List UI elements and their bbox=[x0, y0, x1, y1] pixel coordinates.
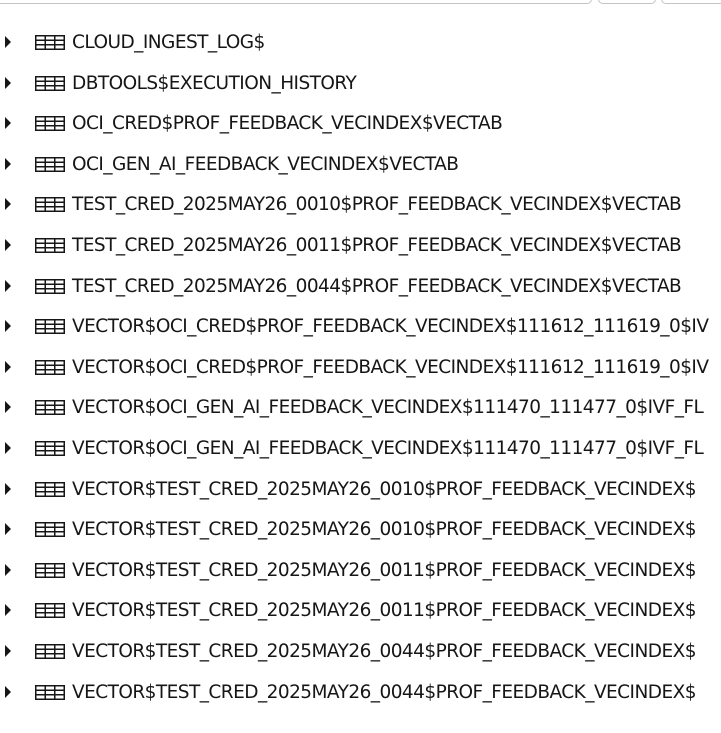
tree-item-label: VECTOR$TEST_CRED_2025MAY26_0044$PROF_FEE… bbox=[72, 681, 696, 703]
caret-right-icon[interactable] bbox=[5, 157, 11, 170]
table-icon bbox=[35, 643, 65, 659]
caret-right-icon[interactable] bbox=[5, 238, 11, 251]
tree-item[interactable]: CLOUD_INGEST_LOG$ bbox=[0, 22, 721, 63]
tree-item-label: TEST_CRED_2025MAY26_0044$PROF_FEEDBACK_V… bbox=[72, 275, 682, 297]
tree-item[interactable]: VECTOR$TEST_CRED_2025MAY26_0044$PROF_FEE… bbox=[0, 672, 721, 713]
tree-item[interactable]: VECTOR$OCI_CRED$PROF_FEEDBACK_VECINDEX$1… bbox=[0, 347, 721, 388]
search-input[interactable] bbox=[0, 0, 592, 4]
table-icon bbox=[35, 562, 65, 578]
caret-right-icon[interactable] bbox=[5, 360, 11, 373]
caret-right-icon[interactable] bbox=[5, 563, 11, 576]
table-tree: CLOUD_INGEST_LOG$ DBTOOLS$EXECUTION_HIST… bbox=[0, 22, 721, 712]
tree-item-label: VECTOR$TEST_CRED_2025MAY26_0011$PROF_FEE… bbox=[72, 600, 696, 622]
table-icon bbox=[35, 197, 65, 213]
tree-item[interactable]: VECTOR$TEST_CRED_2025MAY26_0011$PROF_FEE… bbox=[0, 590, 721, 631]
caret-right-icon[interactable] bbox=[5, 644, 11, 657]
tree-item[interactable]: VECTOR$OCI_CRED$PROF_FEEDBACK_VECINDEX$1… bbox=[0, 306, 721, 347]
caret-right-icon[interactable] bbox=[5, 604, 11, 617]
tree-item[interactable]: OCI_GEN_AI_FEEDBACK_VECINDEX$VECTAB bbox=[0, 144, 721, 185]
table-icon bbox=[35, 400, 65, 416]
caret-right-icon[interactable] bbox=[5, 482, 11, 495]
table-icon bbox=[35, 156, 65, 172]
table-icon bbox=[35, 440, 65, 456]
tree-item[interactable]: DBTOOLS$EXECUTION_HISTORY bbox=[0, 63, 721, 104]
tree-item-label: DBTOOLS$EXECUTION_HISTORY bbox=[72, 72, 357, 94]
tree-item[interactable]: VECTOR$TEST_CRED_2025MAY26_0011$PROF_FEE… bbox=[0, 550, 721, 591]
tree-item-label: CLOUD_INGEST_LOG$ bbox=[72, 32, 265, 53]
tree-item[interactable]: TEST_CRED_2025MAY26_0010$PROF_FEEDBACK_V… bbox=[0, 184, 721, 225]
caret-right-icon[interactable] bbox=[5, 523, 11, 536]
tree-item[interactable]: TEST_CRED_2025MAY26_0044$PROF_FEEDBACK_V… bbox=[0, 266, 721, 307]
caret-right-icon[interactable] bbox=[5, 320, 11, 333]
tree-item[interactable]: VECTOR$TEST_CRED_2025MAY26_0044$PROF_FEE… bbox=[0, 631, 721, 672]
caret-right-icon[interactable] bbox=[5, 401, 11, 414]
table-icon bbox=[35, 684, 65, 700]
tree-item[interactable]: OCI_CRED$PROF_FEEDBACK_VECINDEX$VECTAB bbox=[0, 103, 721, 144]
tree-item-label: VECTOR$TEST_CRED_2025MAY26_0011$PROF_FEE… bbox=[72, 559, 696, 581]
table-icon bbox=[35, 319, 65, 335]
caret-right-icon[interactable] bbox=[5, 198, 11, 211]
table-icon bbox=[35, 278, 65, 294]
caret-right-icon[interactable] bbox=[5, 36, 11, 48]
tree-item[interactable]: VECTOR$TEST_CRED_2025MAY26_0010$PROF_FEE… bbox=[0, 469, 721, 510]
tree-item-label: TEST_CRED_2025MAY26_0010$PROF_FEEDBACK_V… bbox=[72, 194, 682, 216]
table-icon bbox=[35, 116, 65, 132]
tree-item[interactable]: TEST_CRED_2025MAY26_0011$PROF_FEEDBACK_V… bbox=[0, 225, 721, 266]
caret-right-icon[interactable] bbox=[5, 685, 11, 698]
tree-item[interactable]: VECTOR$OCI_GEN_AI_FEEDBACK_VECINDEX$1114… bbox=[0, 428, 721, 469]
tree-item[interactable]: VECTOR$TEST_CRED_2025MAY26_0010$PROF_FEE… bbox=[0, 509, 721, 550]
tree-item-label: VECTOR$TEST_CRED_2025MAY26_0044$PROF_FEE… bbox=[72, 640, 696, 662]
table-icon bbox=[35, 522, 65, 538]
tree-item-label: VECTOR$OCI_CRED$PROF_FEEDBACK_VECINDEX$1… bbox=[72, 316, 709, 338]
caret-right-icon[interactable] bbox=[5, 76, 11, 89]
table-icon bbox=[35, 359, 65, 375]
table-icon bbox=[35, 75, 65, 91]
tree-item-label: TEST_CRED_2025MAY26_0011$PROF_FEEDBACK_V… bbox=[72, 234, 682, 256]
tree-item-label: VECTOR$OCI_GEN_AI_FEEDBACK_VECINDEX$1114… bbox=[72, 437, 704, 459]
tree-item[interactable]: VECTOR$OCI_GEN_AI_FEEDBACK_VECINDEX$1114… bbox=[0, 387, 721, 428]
top-toolbar bbox=[0, 0, 721, 8]
toolbar-button-2[interactable] bbox=[661, 0, 721, 4]
tree-item-label: OCI_CRED$PROF_FEEDBACK_VECINDEX$VECTAB bbox=[72, 113, 503, 135]
table-icon bbox=[35, 603, 65, 619]
table-icon bbox=[35, 481, 65, 497]
caret-right-icon[interactable] bbox=[5, 441, 11, 454]
table-icon bbox=[35, 35, 65, 50]
caret-right-icon[interactable] bbox=[5, 279, 11, 292]
tree-item-label: VECTOR$OCI_CRED$PROF_FEEDBACK_VECINDEX$1… bbox=[72, 356, 709, 378]
tree-item-label: OCI_GEN_AI_FEEDBACK_VECINDEX$VECTAB bbox=[72, 153, 459, 175]
table-icon bbox=[35, 237, 65, 253]
tree-item-label: VECTOR$OCI_GEN_AI_FEEDBACK_VECINDEX$1114… bbox=[72, 397, 704, 419]
toolbar-button-1[interactable] bbox=[598, 0, 656, 4]
tree-item-label: VECTOR$TEST_CRED_2025MAY26_0010$PROF_FEE… bbox=[72, 519, 696, 541]
tree-item-label: VECTOR$TEST_CRED_2025MAY26_0010$PROF_FEE… bbox=[72, 478, 696, 500]
caret-right-icon[interactable] bbox=[5, 117, 11, 130]
